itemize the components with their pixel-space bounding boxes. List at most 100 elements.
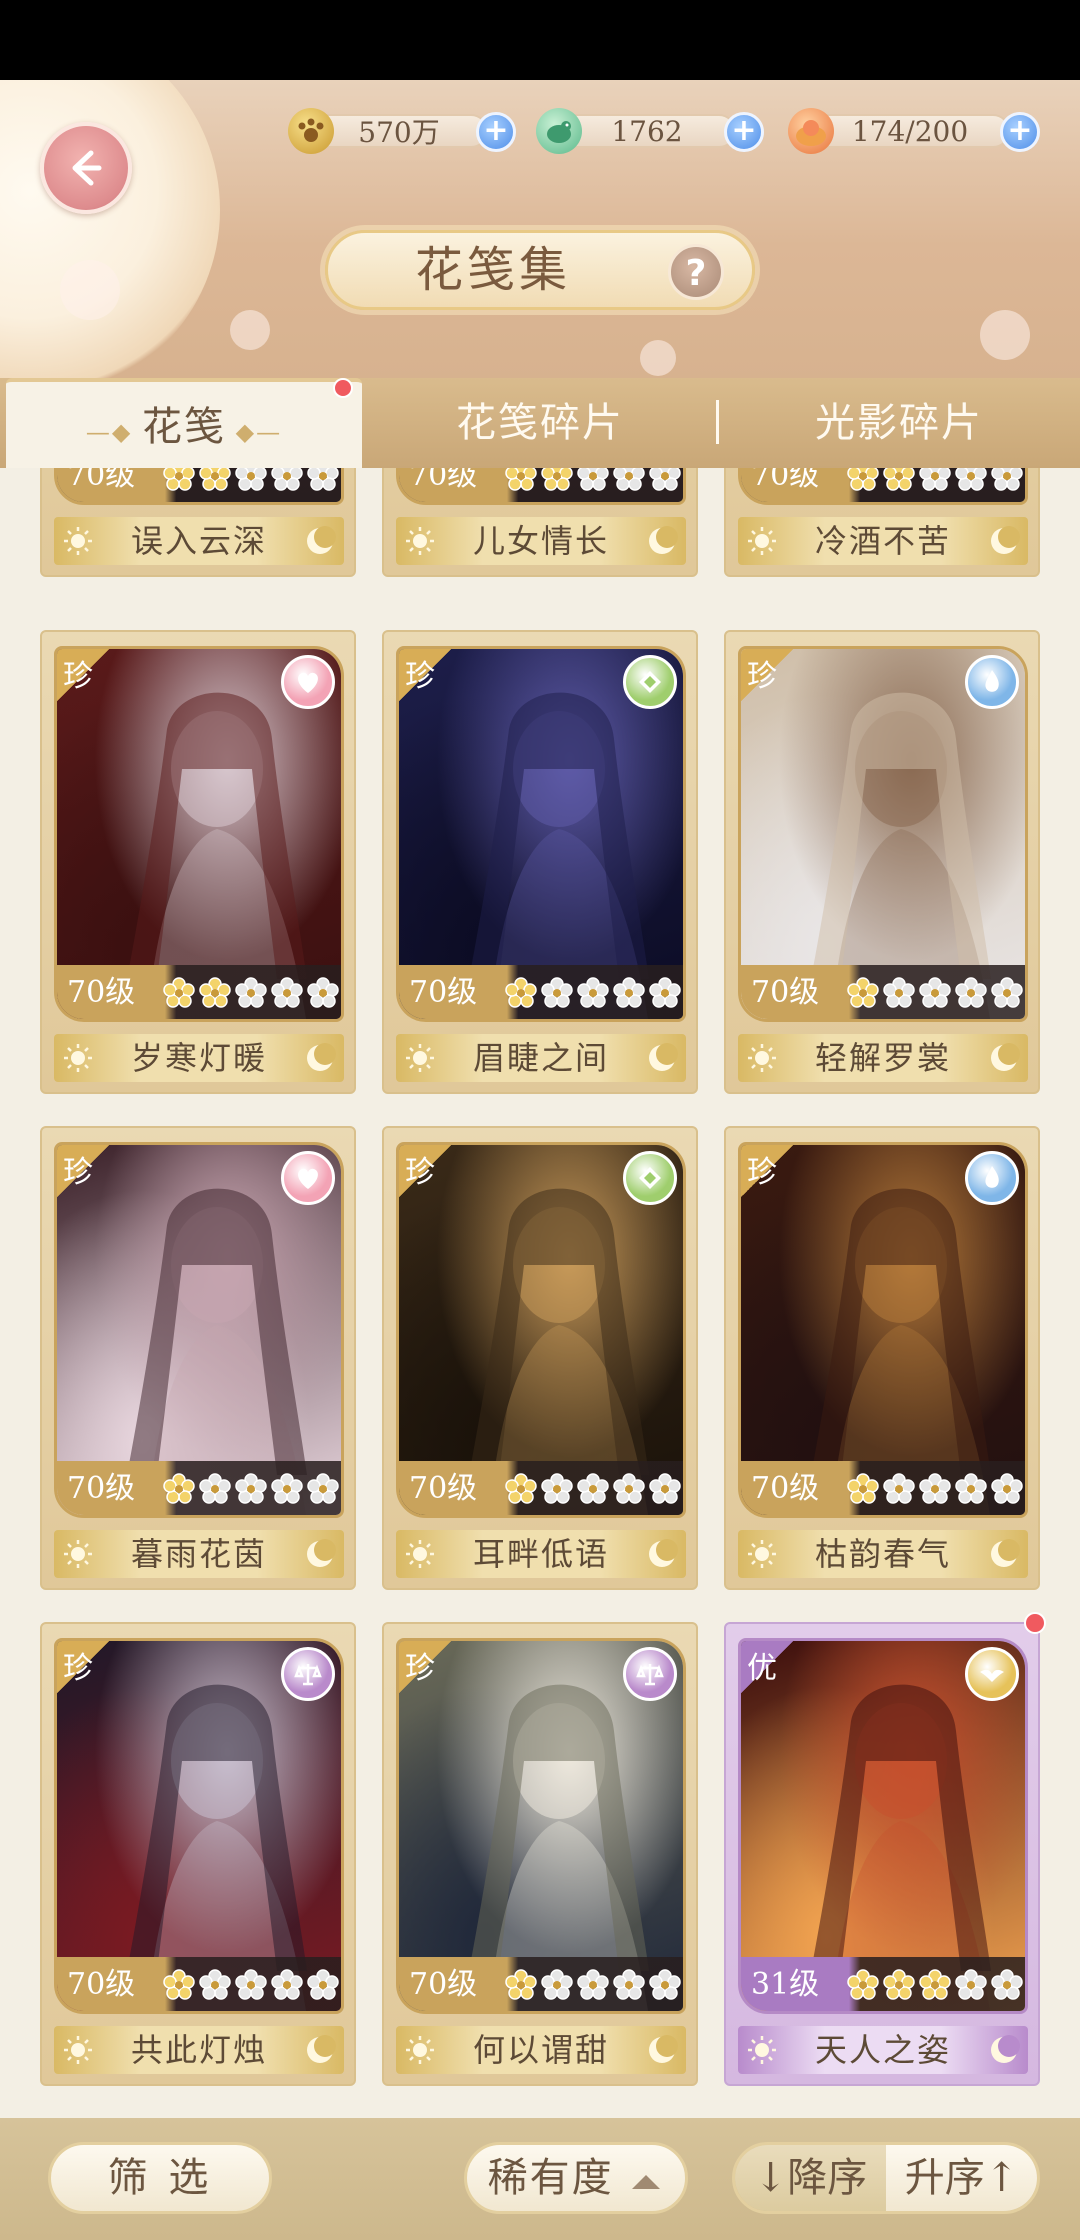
- star-empty-icon: [955, 1473, 987, 1505]
- star-empty-icon: [613, 1969, 645, 2001]
- tab-light-fragments[interactable]: 光影碎片: [724, 378, 1074, 468]
- add-jade-button[interactable]: +: [724, 112, 764, 152]
- letter-card[interactable]: 珍 70级 暮雨花茵: [40, 1126, 356, 1590]
- star-filled-icon: [163, 1473, 195, 1505]
- crescent-moon-icon: [991, 526, 1020, 554]
- star-empty-icon: [307, 1969, 339, 2001]
- blossom-decoration: [230, 310, 270, 350]
- clover-icon: [623, 1151, 677, 1205]
- letter-card[interactable]: 70级误入云深: [40, 468, 356, 577]
- tab-notification-badge: [333, 378, 353, 398]
- sun-icon: [64, 527, 92, 555]
- flame-icon: [965, 655, 1019, 709]
- star-empty-icon: [271, 1969, 303, 2001]
- star-empty-icon: [271, 977, 303, 1009]
- card-frame: 珍 70级: [54, 1142, 344, 1518]
- card-grid: 70级 误入云深 70级 儿女情长 70级 冷酒不苦 珍 70级 岁寒灯暖珍 70级 眉睫之间珍 7…: [0, 468, 1080, 2118]
- rarity-badge: 珍: [57, 1641, 109, 1693]
- card-name-bar: 何以谓甜: [396, 2026, 686, 2074]
- card-name: 冷酒不苦: [814, 522, 951, 560]
- crescent-moon-icon: [307, 526, 336, 554]
- card-level: 70级: [67, 468, 136, 493]
- card-name-bar: 儿女情长: [396, 517, 686, 565]
- crescent-moon-icon: [649, 2035, 678, 2063]
- card-stars: [163, 977, 339, 1009]
- letter-card[interactable]: 70级 冷酒不苦: [724, 468, 1040, 577]
- crescent-moon-icon: [307, 1043, 336, 1071]
- card-level: 70级: [751, 1471, 820, 1506]
- rarity-badge: 珍: [57, 1145, 109, 1197]
- star-empty-icon: [919, 468, 951, 492]
- card-level: 70级: [67, 975, 136, 1010]
- star-filled-icon: [199, 468, 231, 492]
- filter-button[interactable]: 筛 选: [48, 2142, 272, 2214]
- card-frame: 珍 70级: [396, 1638, 686, 2014]
- sort-rarity-button[interactable]: 稀有度: [464, 2142, 688, 2214]
- card-name-bar: 枯韵春气: [738, 1530, 1028, 1578]
- star-filled-icon: [163, 468, 195, 492]
- crescent-moon-icon: [649, 526, 678, 554]
- resource-stamina: 174/200 +: [788, 108, 1048, 154]
- card-name: 耳畔低语: [472, 1535, 609, 1573]
- star-empty-icon: [613, 1473, 645, 1505]
- star-empty-icon: [577, 977, 609, 1009]
- star-empty-icon: [991, 468, 1023, 492]
- blossom-decoration: [640, 340, 676, 376]
- letter-card[interactable]: 珍 70级何以谓甜: [382, 1622, 698, 2086]
- star-empty-icon: [307, 468, 339, 492]
- letter-card[interactable]: 珍 70级 枯韵春气: [724, 1126, 1040, 1590]
- crescent-moon-icon: [991, 2035, 1020, 2063]
- question-icon: ?: [685, 253, 707, 294]
- card-frame: 珍 70级: [54, 1638, 344, 2014]
- letter-card[interactable]: 珍 70级 岁寒灯暖: [40, 630, 356, 1094]
- card-name-bar: 共此灯烛: [54, 2026, 344, 2074]
- add-coins-button[interactable]: +: [476, 112, 516, 152]
- scale-icon: [281, 1647, 335, 1701]
- star-filled-icon: [199, 977, 231, 1009]
- crescent-moon-icon: [991, 1539, 1020, 1567]
- sort-descending-button[interactable]: ↓降序: [735, 2145, 886, 2211]
- letter-card[interactable]: 珍 70级 耳畔低语: [382, 1126, 698, 1590]
- crescent-moon-icon: [649, 1539, 678, 1567]
- title-banner: 花笺集 ?: [325, 230, 755, 310]
- card-level: 70级: [409, 1967, 478, 2002]
- star-empty-icon: [199, 1473, 231, 1505]
- card-stars: [505, 468, 681, 492]
- card-name-bar: 耳畔低语: [396, 1530, 686, 1578]
- card-stars: [505, 977, 681, 1009]
- letter-card[interactable]: 珍 70级 轻解罗裳: [724, 630, 1040, 1094]
- letter-card[interactable]: 70级儿女情长: [382, 468, 698, 577]
- tab-letter-fragments[interactable]: 花笺碎片: [370, 378, 710, 468]
- sun-icon: [748, 2036, 776, 2064]
- letter-card[interactable]: 珍 70级共此灯烛: [40, 1622, 356, 2086]
- tab-letters[interactable]: —◆ 花笺 ◆—: [6, 378, 362, 468]
- star-empty-icon: [649, 1473, 681, 1505]
- sun-icon: [406, 1540, 434, 1568]
- card-name: 枯韵春气: [814, 1535, 951, 1573]
- scale-icon: [623, 1647, 677, 1701]
- back-button[interactable]: [40, 122, 132, 214]
- tab-ornament-right: ◆—: [226, 418, 283, 446]
- star-filled-icon: [163, 977, 195, 1009]
- card-level: 70级: [409, 975, 478, 1010]
- star-empty-icon: [649, 977, 681, 1009]
- sun-icon: [64, 1044, 92, 1072]
- help-button[interactable]: ?: [668, 244, 724, 300]
- sort-order-toggle: ↓降序 升序↑: [732, 2142, 1040, 2214]
- letter-card[interactable]: 优 31级 天人之姿: [724, 1622, 1040, 2086]
- sort-ascending-button[interactable]: 升序↑: [886, 2145, 1037, 2211]
- card-name-bar: 误入云深: [54, 517, 344, 565]
- blossom-decoration: [60, 260, 120, 320]
- add-stamina-button[interactable]: +: [1000, 112, 1040, 152]
- letter-card[interactable]: 珍 70级 眉睫之间: [382, 630, 698, 1094]
- card-level: 70级: [409, 468, 478, 493]
- stamina-value: 174/200: [810, 114, 1010, 148]
- star-filled-icon: [163, 1969, 195, 2001]
- card-stars: [847, 1473, 1023, 1505]
- star-empty-icon: [919, 1473, 951, 1505]
- star-filled-icon: [541, 468, 573, 492]
- star-filled-icon: [847, 468, 879, 492]
- star-empty-icon: [991, 977, 1023, 1009]
- card-name-bar: 轻解罗裳: [738, 1034, 1028, 1082]
- coins-value: 570万: [310, 114, 488, 149]
